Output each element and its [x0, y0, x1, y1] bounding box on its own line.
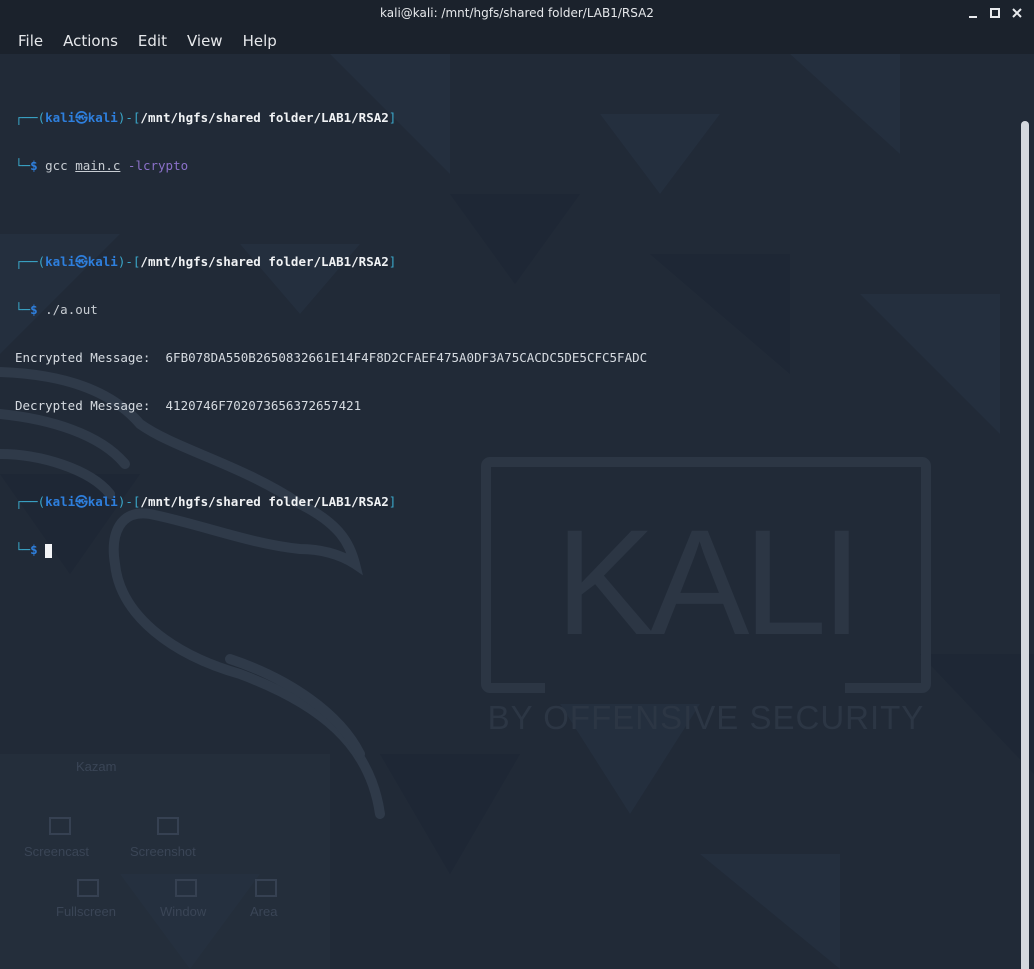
ghost-label-window: Window [160, 904, 207, 919]
window-controls [966, 4, 1024, 22]
current-command-line[interactable]: └─$ [15, 542, 647, 558]
menu-bar: File Actions Edit View Help [0, 28, 1034, 54]
command-line: └─$ gcc main.c -lcrypto [15, 158, 189, 173]
ghost-label-fullscreen: Fullscreen [56, 904, 116, 919]
window-title: kali@kali: /mnt/hgfs/shared folder/LAB1/… [380, 6, 654, 20]
output-encrypted: Encrypted Message: 6FB078DA550B265083266… [15, 350, 648, 365]
command-line: └─$ ./a.out [15, 302, 98, 317]
ghost-label-area: Area [250, 904, 278, 919]
terminal-area[interactable]: KALI BY OFFENSIVE SECURITY Kazam Screenc… [0, 54, 1034, 969]
ghost-label-screencast: Screencast [24, 844, 89, 859]
terminal-output: ┌──(kali㉿kali)-[/mnt/hgfs/shared folder/… [15, 78, 647, 590]
close-icon[interactable] [1010, 4, 1024, 22]
menu-actions[interactable]: Actions [53, 28, 128, 54]
prompt-line: ┌──(kali㉿kali)-[/mnt/hgfs/shared folder/… [15, 254, 397, 269]
title-bar[interactable]: kali@kali: /mnt/hgfs/shared folder/LAB1/… [0, 0, 1034, 28]
text-cursor [45, 543, 53, 558]
output-decrypted: Decrypted Message: 4120746F7020736563726… [15, 398, 362, 413]
ghost-window [0, 754, 330, 969]
menu-file[interactable]: File [8, 28, 53, 54]
scrollbar-thumb[interactable] [1021, 121, 1029, 969]
menu-view[interactable]: View [177, 28, 233, 54]
maximize-icon[interactable] [988, 4, 1002, 22]
prompt-line: ┌──(kali㉿kali)-[/mnt/hgfs/shared folder/… [15, 494, 397, 509]
terminal-window: kali@kali: /mnt/hgfs/shared folder/LAB1/… [0, 0, 1034, 969]
prompt-line: ┌──(kali㉿kali)-[/mnt/hgfs/shared folder/… [15, 110, 397, 125]
minimize-icon[interactable] [966, 4, 980, 22]
ghost-label-screenshot: Screenshot [130, 844, 196, 859]
menu-help[interactable]: Help [233, 28, 287, 54]
ghost-label-kazam: Kazam [76, 759, 116, 774]
menu-edit[interactable]: Edit [128, 28, 177, 54]
kali-tagline: BY OFFENSIVE SECURITY [488, 699, 925, 736]
